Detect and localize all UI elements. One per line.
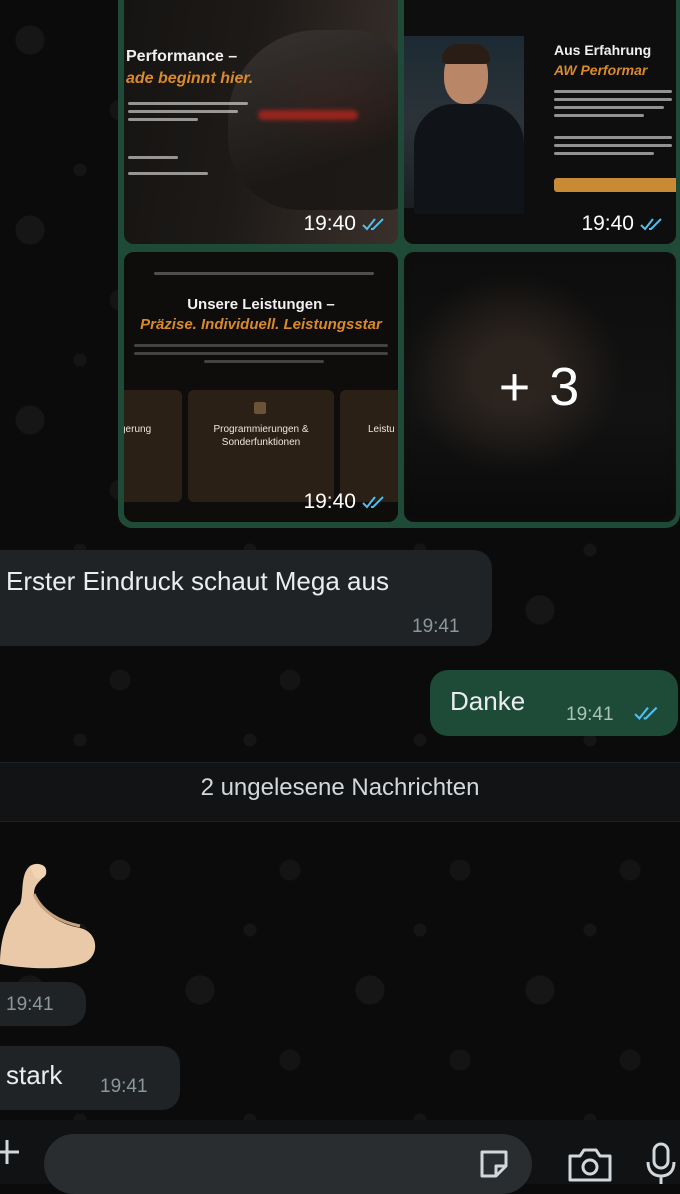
- service-card-center-subtitle: Sonderfunktionen: [221, 437, 301, 448]
- tile-3-text-line: [204, 360, 324, 363]
- service-card-left: gerung: [124, 390, 182, 502]
- tile-2-cta-button: [554, 178, 676, 192]
- plus-icon[interactable]: [0, 1136, 20, 1168]
- tile-1-text-line: [128, 172, 208, 175]
- message-time: 19:41: [6, 994, 54, 1015]
- website-nav-bar: [154, 272, 374, 275]
- tile-3-time: 19:40: [303, 490, 356, 513]
- tile-1-text-line: [128, 156, 178, 159]
- car-image: [228, 30, 398, 210]
- tile-3-subheadline: Präzise. Individuell. Leistungsstar: [140, 316, 382, 333]
- message-text: stark: [6, 1060, 63, 1090]
- tile-2-text-line: [554, 98, 672, 101]
- tile-2-timestamp: 19:40: [581, 212, 666, 236]
- service-card-right: Leistu: [340, 390, 398, 502]
- tile-2-text-line: [554, 114, 644, 117]
- double-check-icon: [362, 496, 384, 509]
- double-check-icon: [640, 218, 662, 231]
- sticker-icon[interactable]: [476, 1146, 512, 1182]
- media-tile-3[interactable]: Unsere Leistungen – Präzise. Individuell…: [124, 252, 398, 522]
- portrait-hair: [442, 44, 490, 64]
- message-text: Erster Eindruck schaut Mega aus: [6, 566, 389, 596]
- media-tile-2[interactable]: Aus Erfahrung AW Performar 19:40: [404, 0, 676, 244]
- message-time: 19:41: [412, 616, 460, 637]
- double-check-icon: [362, 218, 384, 231]
- tile-1-text-line: [128, 110, 238, 113]
- unread-divider-label: 2 ungelesene Nachrichten: [200, 774, 480, 801]
- tile-1-headline: Performance –: [126, 48, 238, 65]
- tile-2-text-line: [554, 106, 664, 109]
- tile-2-subheadline: AW Performar: [554, 62, 648, 78]
- media-tile-more[interactable]: + 3: [404, 252, 676, 522]
- tile-3-text-line: [134, 352, 388, 355]
- flexed-biceps-icon[interactable]: [0, 854, 110, 974]
- tile-1-timestamp: 19:40: [303, 212, 388, 236]
- double-check-icon: [634, 706, 658, 720]
- service-card-right-title: Leistu: [368, 424, 395, 435]
- tile-2-text-line: [554, 144, 672, 147]
- tile-3-timestamp: 19:40: [303, 490, 388, 514]
- tile-1-text-line: [128, 118, 198, 121]
- tile-2-text-line: [554, 136, 672, 139]
- message-input[interactable]: [44, 1134, 532, 1194]
- media-tile-1[interactable]: Performance – ade beginnt hier. 19:40: [124, 0, 398, 244]
- message-time: 19:41: [100, 1076, 148, 1097]
- microphone-icon[interactable]: [644, 1140, 678, 1184]
- service-icon: [254, 402, 266, 414]
- tile-2-headline: Aus Erfahrung: [554, 42, 652, 58]
- tile-3-headline: Unsere Leistungen –: [187, 296, 335, 313]
- tile-2-text-line: [554, 90, 672, 93]
- tile-1-subheadline: ade beginnt hier.: [126, 70, 254, 87]
- tile-2-time: 19:40: [581, 212, 634, 235]
- tile-2-text-line: [554, 152, 654, 155]
- portrait-body: [414, 104, 524, 214]
- tile-1-time: 19:40: [303, 212, 356, 235]
- message-text: Danke: [450, 686, 526, 716]
- camera-icon[interactable]: [566, 1144, 614, 1184]
- service-card-left-title: gerung: [124, 424, 152, 435]
- message-time: 19:41: [566, 704, 614, 725]
- more-media-count: + 3: [498, 357, 582, 417]
- tile-3-text-line: [134, 344, 388, 347]
- car-taillight: [258, 110, 358, 120]
- tile-1-text-line: [128, 102, 248, 105]
- service-card-center-title: Programmierungen &: [213, 424, 309, 435]
